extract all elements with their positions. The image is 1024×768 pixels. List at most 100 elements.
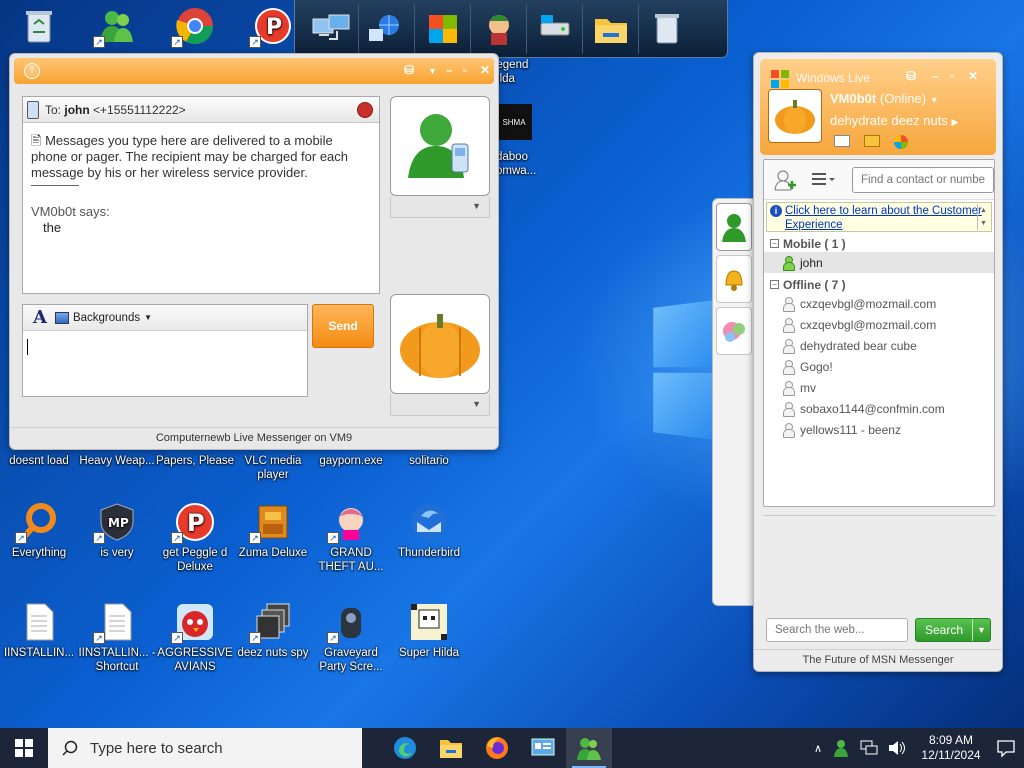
taskbar-file-explorer[interactable] <box>428 728 474 768</box>
contact-item[interactable]: mv <box>764 377 994 398</box>
desktop-icon-papers-please[interactable]: Papers, Please <box>156 454 234 468</box>
contact-item[interactable]: cxzqevbgl@mozmail.com <box>764 293 994 314</box>
paint-bucket-icon[interactable]: ⛁ <box>404 63 414 77</box>
conversation-history[interactable]: To: john <+15551112222> 🖹 Messages you t… <box>22 96 380 294</box>
desktop-icon-daboo[interactable]: SHMA daboo omwa... <box>496 104 556 178</box>
tab-alerts[interactable] <box>716 255 752 303</box>
maximize-button[interactable]: ▫ <box>950 69 954 83</box>
customer-experience-link[interactable]: Click here to learn about the Customer E… <box>785 205 982 231</box>
recycle-bin-icon[interactable] <box>0 6 78 50</box>
spaces-icon[interactable] <box>894 135 908 149</box>
minimize-button[interactable]: – <box>932 69 939 83</box>
desktop-icon-peggle[interactable]: P ↗ get Peggle d Deluxe <box>156 502 234 574</box>
taskbar-edge[interactable] <box>382 728 428 768</box>
desktop-icon-thunderbird[interactable]: Thunderbird <box>390 502 468 560</box>
taskbar-clock[interactable]: 8:09 AM 12/11/2024 <box>916 733 986 763</box>
close-button[interactable]: ✕ <box>968 69 978 83</box>
banner-scroll[interactable]: ▲ ▼ <box>977 204 989 230</box>
pumpkin-icon <box>400 314 480 378</box>
taskbar-control-panel[interactable] <box>520 728 566 768</box>
desktop-icon-heavy-weapon[interactable]: Heavy Weap... <box>78 454 156 468</box>
close-button[interactable]: ✕ <box>480 63 490 77</box>
desktop-icon-gayporn[interactable]: gayporn.exe <box>312 454 390 468</box>
chrome-desktop-icon[interactable]: ↗ <box>156 6 234 50</box>
minimize-button[interactable]: – <box>446 63 453 77</box>
mail-icon[interactable] <box>834 135 850 147</box>
paint-bucket-icon[interactable]: ⛁ <box>906 69 916 83</box>
desktop-icon-deez-nuts-spy[interactable]: ↗ deez nuts spy <box>234 602 312 660</box>
folder-icon[interactable] <box>583 3 639 54</box>
thunderbird-icon <box>409 502 449 542</box>
recycle-bin-toolbar-icon[interactable] <box>639 4 695 54</box>
taskbar-search-box[interactable]: Type here to search <box>48 728 362 768</box>
legend-zilda-icon[interactable] <box>471 3 527 54</box>
web-search-input[interactable] <box>766 618 908 642</box>
message-text: the <box>43 220 62 235</box>
message-input[interactable] <box>23 331 307 366</box>
block-icon[interactable] <box>357 102 373 118</box>
chevron-up-icon[interactable]: ∧ <box>814 742 822 755</box>
desktop-icon-zuma[interactable]: ↗ Zuma Deluxe <box>234 502 312 560</box>
network-icon[interactable] <box>303 3 359 54</box>
my-avatar[interactable] <box>768 89 822 143</box>
add-contact-icon[interactable] <box>774 169 798 191</box>
my-picture-dropdown[interactable]: ▼ <box>390 394 490 416</box>
contact-picture-dropdown[interactable]: ▼ <box>390 196 490 218</box>
chevron-down-icon[interactable]: ▼ <box>972 619 990 641</box>
desktop-icon-installing-shortcut[interactable]: ↗ IINSTALLIN... - Shortcut <box>78 602 156 674</box>
daboo-icon: SHMA <box>496 104 532 140</box>
contact-list-options-icon[interactable] <box>810 171 836 189</box>
desktop-icon-gta[interactable]: ↗ GRAND THEFT AU... <box>312 502 390 574</box>
desktop-icon-legend-zilda[interactable]: Legend Zilda <box>490 58 550 86</box>
desktop-icon-vlc[interactable]: VLC media player <box>234 454 312 482</box>
maximize-button[interactable]: ▫ <box>463 63 467 77</box>
office-icon[interactable] <box>415 3 471 54</box>
svg-text:P: P <box>266 15 282 40</box>
start-button[interactable] <box>0 728 48 768</box>
desktop-icon-doesnt-load[interactable]: doesnt load <box>0 454 78 468</box>
contact-item[interactable]: Gogo! <box>764 356 994 377</box>
desktop-icon-aggressive-avians[interactable]: ↗ AGGRESSIVE AVIANS <box>156 602 234 674</box>
desktop-icon-graveyard[interactable]: ↗ Graveyard Party Scre... <box>312 602 390 674</box>
zuma-icon: ↗ <box>249 502 293 544</box>
group-offline[interactable]: − Offline ( 7 ) <box>764 273 994 293</box>
contact-item[interactable]: yellows111 - beenz <box>764 419 994 440</box>
display-name-status[interactable]: VM0b0t (Online) ▼ <box>830 91 939 106</box>
folder-icon[interactable] <box>864 135 880 147</box>
taskbar-messenger[interactable] <box>566 728 612 768</box>
desktop-icon-is-very[interactable]: MP ↗ is very <box>78 502 156 560</box>
backgrounds-button[interactable]: Backgrounds ▼ <box>54 311 152 324</box>
messenger-desktop-icon[interactable]: ↗ <box>78 6 156 50</box>
desktop-icon-super-hilda[interactable]: Super Hilda <box>390 602 468 660</box>
find-contact-input[interactable] <box>852 166 994 193</box>
compose-area[interactable]: A Backgrounds ▼ <box>22 304 308 397</box>
taskbar-firefox[interactable] <box>474 728 520 768</box>
desktop-icon-everything[interactable]: ↗ Everything <box>0 502 78 560</box>
desktop-icon-installing[interactable]: IINSTALLIN... <box>0 602 78 660</box>
menu-icon[interactable]: ⇧ <box>24 63 40 79</box>
messenger-tray-icon[interactable] <box>832 739 850 757</box>
dropdown-arrow-icon[interactable]: ▼ <box>428 66 437 76</box>
my-display-picture[interactable] <box>390 294 490 394</box>
personal-message[interactable]: dehydrate deez nuts ▶ <box>830 113 958 128</box>
contact-display-picture[interactable] <box>390 96 490 196</box>
tab-stickers[interactable] <box>716 307 752 355</box>
font-icon[interactable]: A <box>33 307 47 328</box>
web-search-button[interactable]: Search ▼ <box>915 618 991 642</box>
globe-network-icon[interactable] <box>359 3 415 54</box>
contact-item[interactable]: cxzqevbgl@mozmail.com <box>764 314 994 335</box>
desktop-icon-solitario[interactable]: solitario <box>390 454 468 468</box>
contact-item[interactable]: sobaxo1144@confmin.com <box>764 398 994 419</box>
volume-icon[interactable] <box>888 740 906 756</box>
profile-quick-icons <box>834 135 908 149</box>
mobile-phone-icon <box>27 101 39 119</box>
conversation-titlebar[interactable]: ⇧ ⛁ ▼ – ▫ ✕ <box>14 58 494 84</box>
contact-john[interactable]: john <box>764 252 994 273</box>
notification-icon[interactable] <box>996 738 1016 758</box>
drive-icon[interactable] <box>527 3 583 54</box>
contact-item[interactable]: dehydrated bear cube <box>764 335 994 356</box>
tab-contacts[interactable] <box>716 203 752 251</box>
group-mobile[interactable]: − Mobile ( 1 ) <box>764 232 994 252</box>
network-icon[interactable] <box>860 740 878 756</box>
send-button[interactable]: Send <box>312 304 374 348</box>
